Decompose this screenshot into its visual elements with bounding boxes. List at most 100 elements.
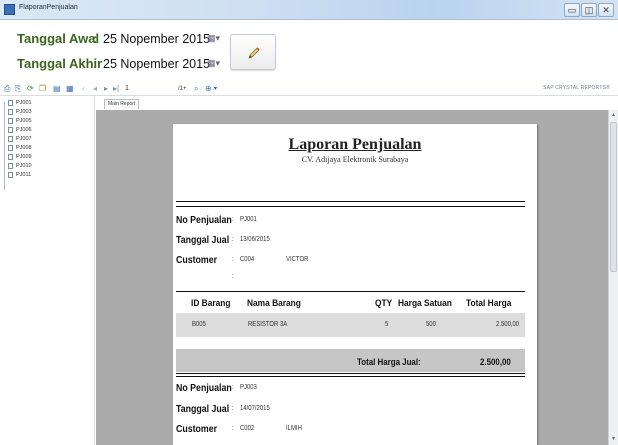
tab-main-report[interactable]: Main Report bbox=[104, 99, 140, 109]
tree-item[interactable]: PJ010 bbox=[4, 162, 32, 170]
total-harga-jual-label: Total Harga Jual: bbox=[357, 357, 421, 367]
tanggal-jual-label: Tanggal Jual bbox=[176, 235, 230, 246]
colon: : bbox=[232, 273, 234, 280]
first-page-icon[interactable]: ‹ bbox=[82, 84, 85, 94]
colon: : bbox=[232, 256, 234, 263]
table-row bbox=[176, 313, 525, 337]
cell-id-barang: B005 bbox=[192, 321, 206, 328]
tree-item-label: PJ005 bbox=[16, 118, 32, 124]
document-icon bbox=[8, 117, 13, 124]
colon: : bbox=[232, 425, 234, 432]
toggle-parameter-panel-icon[interactable]: ▦ bbox=[66, 84, 74, 94]
window-title: FlaporanPenjualan bbox=[19, 4, 78, 11]
print-icon[interactable]: ⎘ bbox=[15, 84, 21, 94]
show-report-button[interactable] bbox=[230, 34, 276, 70]
start-date-label: Tanggal Awal bbox=[17, 31, 100, 46]
tree-item-label: PJ001 bbox=[16, 100, 32, 106]
document-icon bbox=[8, 144, 13, 151]
page-count: /1+ bbox=[178, 86, 187, 92]
colon: : bbox=[232, 405, 234, 412]
minimize-button[interactable]: ▭ bbox=[564, 3, 580, 17]
tree-item-label: PJ008 bbox=[16, 145, 32, 151]
toggle-group-tree-icon[interactable]: ▤ bbox=[53, 84, 61, 94]
document-icon bbox=[8, 126, 13, 133]
column-header: ID Barang bbox=[191, 298, 231, 309]
document-icon bbox=[8, 108, 13, 115]
report-title: Laporan Penjualan bbox=[288, 136, 422, 153]
pencil-icon bbox=[248, 47, 260, 59]
cell-harga-satuan: 500 bbox=[426, 321, 436, 328]
customer-label: Customer bbox=[176, 424, 218, 435]
document-icon bbox=[8, 162, 13, 169]
end-date-colon: : bbox=[93, 56, 98, 71]
last-page-icon[interactable]: ▸| bbox=[113, 84, 119, 94]
zoom-icon[interactable]: ⊕ bbox=[205, 84, 212, 94]
vertical-scrollbar[interactable]: ▲ ▼ bbox=[608, 110, 618, 445]
column-header: Total Harga bbox=[466, 298, 512, 309]
no-penjualan-label: No Penjualan bbox=[176, 383, 232, 394]
tree-item[interactable]: PJ007 bbox=[4, 135, 32, 143]
end-date-label: Tanggal Akhir bbox=[17, 56, 103, 71]
no-penjualan-label: No Penjualan bbox=[176, 215, 232, 226]
tree-item[interactable]: PJ005 bbox=[4, 117, 32, 125]
start-date-picker[interactable]: 25 Nopember 2015 bbox=[103, 32, 210, 46]
customer-id-value: C002 bbox=[240, 425, 255, 432]
divider bbox=[176, 206, 525, 207]
window-title-bar[interactable]: FlaporanPenjualan ▭ ◫ ✕ bbox=[0, 0, 618, 20]
next-page-icon[interactable]: ▸ bbox=[104, 84, 108, 94]
end-date-picker[interactable]: 25 Nopember 2015 bbox=[103, 57, 210, 71]
customer-name-value: VICTOR bbox=[286, 256, 309, 263]
find-icon[interactable]: ⌕ bbox=[194, 84, 198, 94]
maximize-button[interactable]: ◫ bbox=[581, 3, 597, 17]
copy-icon[interactable]: ❐ bbox=[39, 84, 46, 94]
tree-item[interactable]: PJ003 bbox=[4, 108, 32, 116]
refresh-icon[interactable]: ⟳ bbox=[27, 84, 34, 94]
tree-item[interactable]: PJ008 bbox=[4, 144, 32, 152]
scrollbar-thumb[interactable] bbox=[610, 122, 617, 272]
start-date-colon: : bbox=[93, 31, 98, 46]
report-viewer-toolbar: ⎙ ⎘ ⟳ ❐ ▤ ▦ ‹ ◂ ▸ ▸| 1 /1+ ⌕ ⊕ ▾ SAP CRY… bbox=[0, 82, 618, 96]
zoom-dropdown-icon[interactable]: ▾ bbox=[214, 84, 217, 94]
colon: : bbox=[232, 236, 234, 243]
no-penjualan-value: PJ001 bbox=[240, 216, 257, 223]
cell-nama-barang: RESISTOR 3A bbox=[248, 321, 288, 328]
tree-item[interactable]: PJ009 bbox=[4, 153, 32, 161]
sap-crystal-reports-logo: SAP CRYSTAL REPORTS® bbox=[543, 85, 610, 91]
scroll-down-icon[interactable]: ▼ bbox=[611, 436, 616, 442]
tree-item-label: PJ007 bbox=[16, 136, 32, 142]
column-header: Harga Satuan bbox=[398, 298, 452, 309]
start-date-dropdown-icon[interactable]: ▦▾ bbox=[207, 33, 220, 44]
export-icon[interactable]: ⎙ bbox=[4, 84, 10, 94]
tanggal-jual-value: 13/06/2015 bbox=[240, 236, 270, 243]
customer-label: Customer bbox=[176, 255, 218, 266]
tanggal-jual-value: 14/07/2015 bbox=[240, 405, 270, 412]
close-button[interactable]: ✕ bbox=[598, 3, 614, 17]
document-icon bbox=[8, 153, 13, 160]
document-icon bbox=[8, 99, 13, 106]
tree-item-label: PJ003 bbox=[16, 109, 32, 115]
divider bbox=[176, 373, 525, 374]
group-tree[interactable]: PJ001 PJ003 PJ005 PJ006 PJ007 PJ008 PJ00… bbox=[0, 96, 95, 445]
divider bbox=[176, 201, 525, 202]
tree-item[interactable]: PJ011 bbox=[4, 171, 31, 179]
previous-page-icon[interactable]: ◂ bbox=[93, 84, 97, 94]
tree-item[interactable]: PJ001 bbox=[4, 99, 32, 107]
tree-item[interactable]: PJ006 bbox=[4, 126, 32, 134]
date-filter-panel: Tanggal Awal : 25 Nopember 2015 ▦▾ Tangg… bbox=[0, 20, 618, 80]
total-row bbox=[176, 349, 525, 372]
tree-item-label: PJ009 bbox=[16, 154, 32, 160]
scroll-up-icon[interactable]: ▲ bbox=[611, 112, 616, 118]
divider bbox=[176, 376, 525, 377]
report-tab-strip: Main Report bbox=[96, 96, 612, 110]
end-date-dropdown-icon[interactable]: ▦▾ bbox=[207, 58, 220, 69]
cell-qty: 5 bbox=[385, 321, 389, 328]
tree-item-label: PJ006 bbox=[16, 127, 32, 133]
colon: : bbox=[232, 216, 234, 223]
document-icon bbox=[8, 135, 13, 142]
report-page: Laporan Penjualan CV. Adijaya Elektronik… bbox=[173, 124, 537, 445]
page-number-input[interactable]: 1 bbox=[125, 84, 129, 94]
tree-item-label: PJ011 bbox=[16, 172, 32, 178]
colon: : bbox=[232, 384, 234, 391]
app-icon bbox=[4, 4, 15, 15]
column-header: QTY bbox=[375, 298, 393, 309]
